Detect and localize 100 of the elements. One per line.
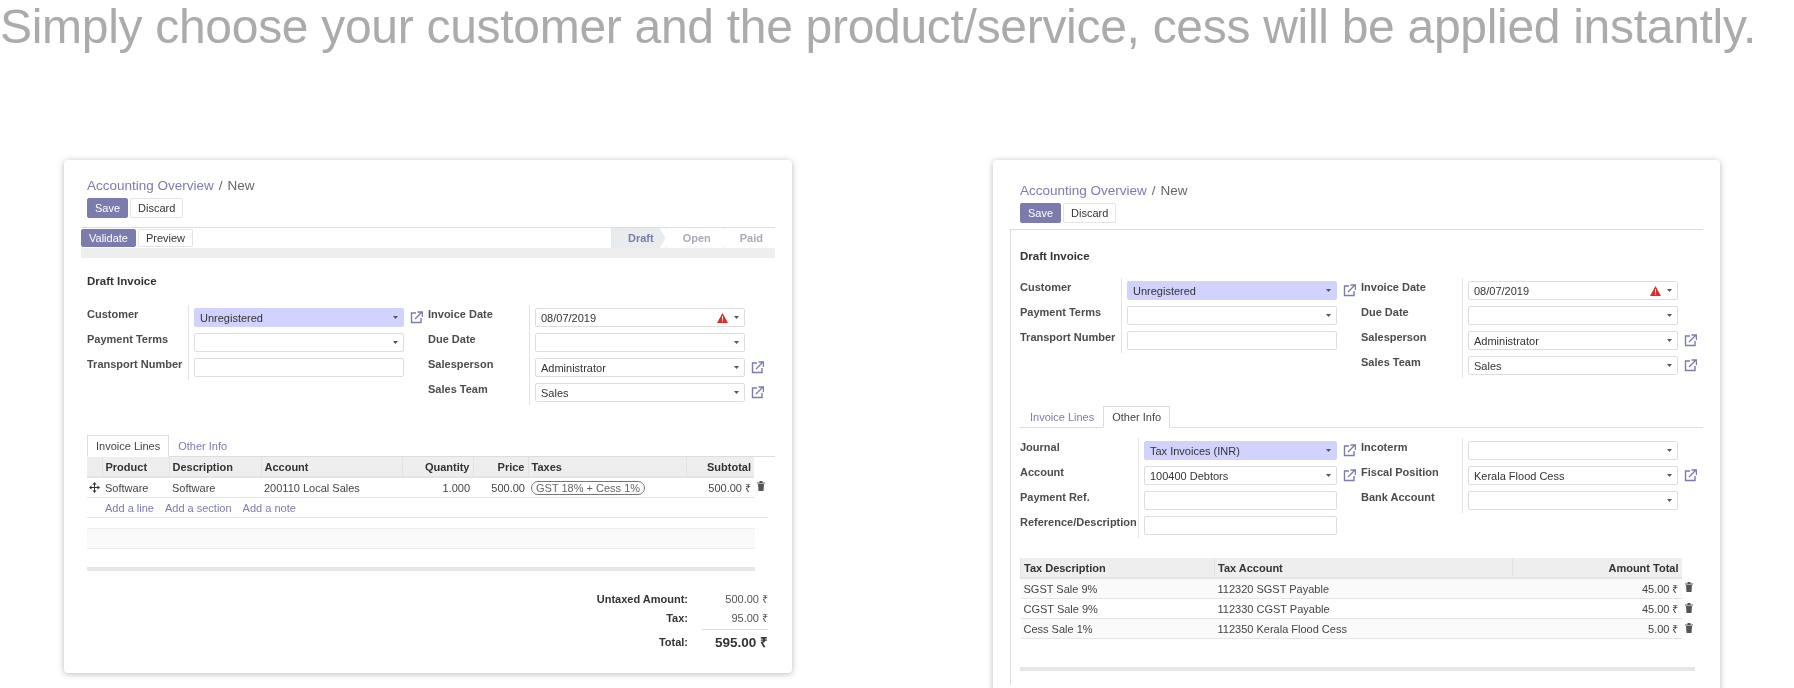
form-title: Draft Invoice [86, 274, 158, 289]
select-field[interactable] [1468, 441, 1678, 460]
secondary-button[interactable]: Discard [130, 198, 184, 218]
select-field[interactable] [1468, 491, 1678, 510]
select-field[interactable] [535, 333, 745, 352]
field-label: Invoice Date [1361, 280, 1427, 293]
field-label: Salesperson [428, 357, 495, 370]
table-cell: CGST Sale 9% [1020, 598, 1215, 619]
total-label: Tax: [665, 611, 688, 624]
caret-icon [734, 341, 739, 344]
trash-icon[interactable] [1684, 622, 1693, 633]
select-field[interactable]: Sales [1468, 356, 1678, 375]
external-link-icon[interactable] [410, 311, 423, 324]
select-field[interactable]: Administrator [535, 358, 745, 377]
input-field[interactable] [194, 358, 404, 377]
select-field[interactable]: 100400 Debtors [1144, 466, 1337, 485]
caret-icon [1326, 289, 1331, 292]
table-cell: 500.00 [473, 477, 528, 498]
total-value: 95.00 ₹ [730, 611, 768, 625]
column-header[interactable]: Description [169, 457, 261, 477]
secondary-button[interactable]: Preview [137, 229, 194, 247]
select-field[interactable] [1468, 306, 1678, 325]
select-field[interactable]: Administrator [1468, 331, 1678, 350]
column-header[interactable]: Price [473, 457, 528, 477]
total-label: Total: [657, 634, 688, 648]
select-field[interactable]: Kerala Flood Cess [1468, 466, 1678, 485]
select-field[interactable]: Sales [535, 383, 745, 402]
external-link-icon[interactable] [1343, 469, 1356, 482]
external-link-icon[interactable] [751, 386, 764, 399]
column-header[interactable]: Tax Account [1214, 558, 1513, 578]
primary-button[interactable]: Save [1020, 203, 1062, 223]
column-header[interactable]: Tax Description [1020, 558, 1215, 578]
select-field[interactable]: Tax Invoices (INR) [1144, 441, 1337, 460]
field-label: Transport Number [87, 357, 184, 370]
move-handle-icon[interactable] [89, 482, 100, 493]
table-cell: 5.00 ₹ [1512, 618, 1682, 639]
caret-icon [1326, 449, 1331, 452]
tab[interactable]: Other Info [1103, 406, 1171, 428]
caret-icon [734, 366, 739, 369]
field-label: Payment Terms [87, 332, 170, 345]
breadcrumb-link[interactable]: Accounting Overview [87, 178, 214, 193]
table-cell: 112330 CGST Payable [1214, 598, 1513, 619]
field-label: Payment Ref. [1020, 490, 1091, 503]
breadcrumb-link[interactable]: Accounting Overview [1020, 183, 1147, 198]
tab[interactable]: Invoice Lines [1021, 406, 1104, 428]
select-field[interactable]: 08/07/2019 [1468, 281, 1678, 300]
field-label: Invoice Date [428, 307, 494, 320]
headline: Simply choose your customer and the product/service, cess will be applied instantly. [0, 0, 1758, 54]
trash-icon[interactable] [757, 481, 765, 492]
select-field[interactable]: Unregistered [1127, 281, 1337, 300]
tab[interactable]: Invoice Lines [87, 435, 170, 457]
trash-icon[interactable] [1684, 582, 1693, 593]
field-label: Salesperson [1361, 330, 1428, 343]
caret-icon [1326, 474, 1331, 477]
external-link-icon[interactable] [1684, 359, 1697, 372]
table-cell: 200110 Local Sales [261, 477, 402, 498]
column-header[interactable]: Amount Total [1512, 558, 1682, 578]
column-header[interactable]: Product [102, 457, 169, 477]
input-field[interactable] [1127, 331, 1337, 350]
caret-icon [393, 341, 398, 344]
input-field[interactable] [1144, 491, 1337, 510]
external-link-icon[interactable] [1684, 334, 1697, 347]
tab[interactable]: Other Info [169, 435, 237, 457]
breadcrumb-separator: / [1151, 183, 1156, 198]
primary-button[interactable]: Validate [81, 229, 136, 247]
table-cell: 112350 Kerala Flood Cess [1214, 618, 1513, 639]
external-link-icon[interactable] [751, 361, 764, 374]
select-field[interactable]: Unregistered [194, 308, 404, 327]
field-label: Journal [1020, 440, 1061, 453]
total-value: 500.00 ₹ [724, 592, 768, 606]
field-label: Payment Terms [1020, 305, 1103, 318]
add-link[interactable]: Add a section [164, 501, 232, 514]
field-label: Account [1020, 465, 1065, 478]
field-label: Bank Account [1361, 490, 1436, 503]
external-link-icon[interactable] [1684, 469, 1697, 482]
table-cell: 1.000 [402, 477, 473, 498]
secondary-button[interactable]: Discard [1063, 203, 1117, 223]
table-cell: Software [169, 477, 261, 498]
total-value: 595.00 ₹ [702, 629, 768, 651]
field-label: Due Date [1361, 305, 1410, 318]
trash-icon[interactable] [1684, 602, 1693, 613]
select-field[interactable] [1127, 306, 1337, 325]
add-link[interactable]: Add a note [242, 501, 296, 514]
column-header[interactable]: Subtotal [686, 457, 754, 477]
field-label: Incoterm [1361, 440, 1409, 453]
column-header[interactable]: Quantity [402, 457, 473, 477]
add-link[interactable]: Add a line [105, 501, 154, 514]
external-link-icon[interactable] [1343, 444, 1356, 457]
select-field[interactable]: 08/07/2019 [535, 308, 745, 327]
breadcrumb-current: New [1160, 183, 1188, 198]
select-field[interactable] [194, 333, 404, 352]
caret-icon [1667, 449, 1672, 452]
caret-icon [734, 391, 739, 394]
table-cell: 45.00 ₹ [1512, 598, 1682, 619]
column-header[interactable]: Taxes [528, 457, 686, 477]
input-field[interactable] [1144, 516, 1337, 535]
external-link-icon[interactable] [1343, 284, 1356, 297]
column-header[interactable]: Account [261, 457, 402, 477]
caret-icon [1326, 314, 1331, 317]
primary-button[interactable]: Save [87, 198, 129, 218]
